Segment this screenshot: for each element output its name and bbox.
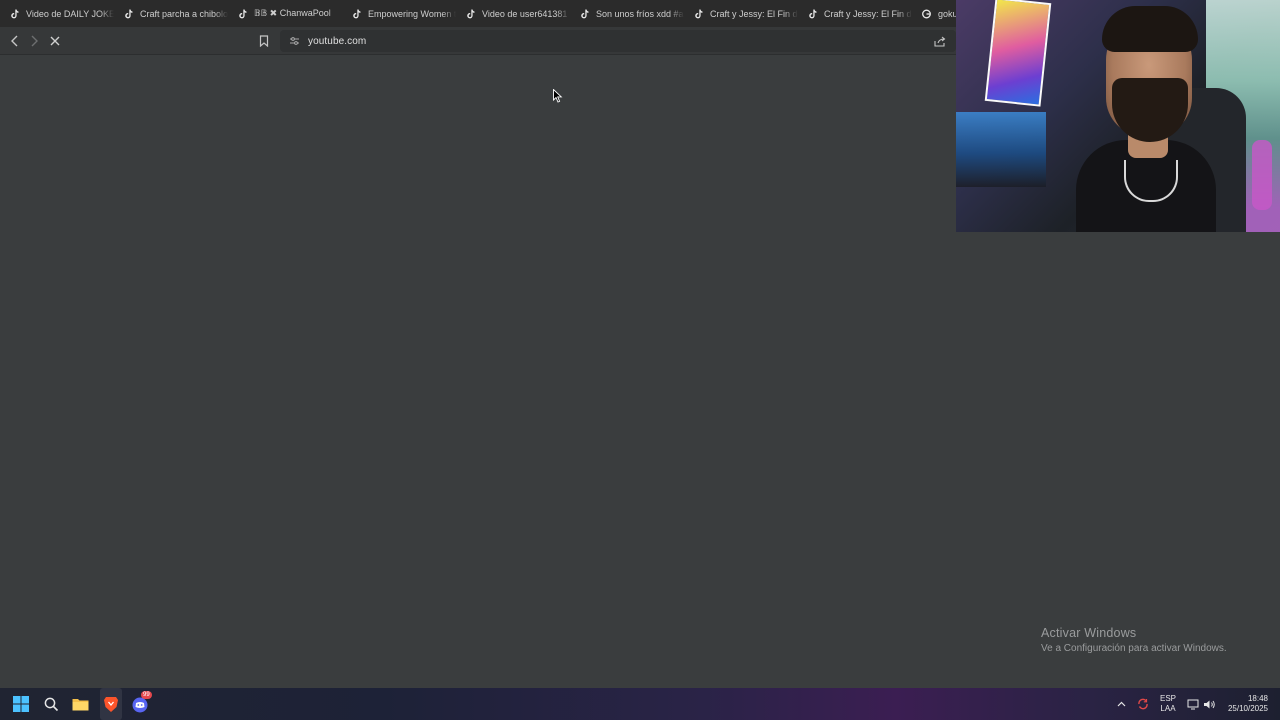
browser-tab[interactable]: Craft parcha a chibolo <box>114 0 228 27</box>
chevron-up-icon <box>1117 701 1125 707</box>
network-button[interactable] <box>1185 688 1201 720</box>
search-icon <box>44 697 58 711</box>
bookmark-icon <box>259 35 269 47</box>
start-button[interactable] <box>10 693 32 715</box>
tab-label: 𝔹𝔹 ✖ ChanwaPool <box>254 8 331 18</box>
tiktok-icon <box>352 9 361 19</box>
file-explorer-button[interactable] <box>69 693 91 715</box>
tab-label: goku <box>938 8 958 19</box>
tab-label: Video de DAILY JOKES <box>26 8 114 19</box>
tab-label: Empowering Women t <box>368 8 456 19</box>
site-settings-icon[interactable] <box>284 31 304 51</box>
browser-tab[interactable]: Son unos fríos xdd #ar <box>570 0 684 27</box>
tiktok-icon <box>808 9 817 19</box>
input-language-button[interactable]: ESP LAA <box>1155 688 1181 720</box>
sync-icon <box>1138 698 1148 710</box>
tab-label: Video de user641381 <box>482 8 568 19</box>
address-url: youtube.com <box>308 35 367 47</box>
taskbar: 99 ESP LAA 18:48 25/10/2025 <box>0 688 1280 720</box>
arrow-right-icon <box>31 35 38 47</box>
watermark-subtitle: Ve a Configuración para activar Windows. <box>1041 643 1227 654</box>
share-button[interactable] <box>930 31 950 51</box>
tiktok-icon <box>238 9 247 19</box>
bookmark-button[interactable] <box>254 31 274 51</box>
clock-time: 18:48 <box>1247 694 1268 703</box>
volume-button[interactable] <box>1201 688 1217 720</box>
browser-tab[interactable]: Craft y Jessy: El Fin de <box>684 0 798 27</box>
brave-browser-button[interactable] <box>100 693 122 715</box>
show-hidden-icons-button[interactable] <box>1113 688 1129 720</box>
webcam-shelf <box>956 112 1046 187</box>
webcam-person-hair <box>1102 6 1198 52</box>
speaker-icon <box>1203 700 1215 708</box>
discord-notification-badge: 99 <box>141 691 152 699</box>
webcam-poster <box>984 0 1052 107</box>
browser-tab[interactable]: Empowering Women t <box>342 0 456 27</box>
tiktok-icon <box>580 9 589 19</box>
close-icon <box>50 36 60 46</box>
tab-label: Craft parcha a chibolo <box>140 8 228 19</box>
arrow-left-icon <box>11 35 18 47</box>
tab-label: Son unos fríos xdd #ar <box>596 8 684 19</box>
activate-windows-watermark: Activar Windows Ve a Configuración para … <box>1041 626 1227 654</box>
webcam-overlay <box>956 0 1280 232</box>
discord-button[interactable]: 99 <box>129 691 152 715</box>
tiktok-icon <box>10 9 19 19</box>
tiktok-icon <box>466 9 475 19</box>
keyboard-layout: LAA <box>1160 704 1176 713</box>
tiktok-icon <box>694 9 703 19</box>
tab-label: Craft y Jessy: El Fin de <box>824 8 912 19</box>
folder-icon <box>72 699 88 711</box>
search-button[interactable] <box>40 693 62 715</box>
share-icon <box>934 36 946 47</box>
forward-button[interactable] <box>24 31 44 51</box>
stop-loading-button[interactable] <box>45 31 65 51</box>
address-bar[interactable]: youtube.com <box>280 30 956 52</box>
language-code: ESP <box>1159 694 1176 703</box>
google-icon <box>922 9 931 19</box>
browser-tab[interactable]: Video de user641381 <box>456 0 570 27</box>
back-button[interactable] <box>5 31 25 51</box>
network-icon <box>1187 699 1199 709</box>
clock-button[interactable]: 18:48 25/10/2025 <box>1222 688 1268 720</box>
clock-date: 25/10/2025 <box>1227 704 1268 713</box>
tab-label: Craft y Jessy: El Fin de <box>710 8 798 19</box>
tiktok-icon <box>124 9 133 19</box>
webcam-chair-accent <box>1252 140 1272 210</box>
browser-tab[interactable]: Video de DAILY JOKES <box>0 0 114 27</box>
browser-tab[interactable]: 𝔹𝔹 ✖ ChanwaPool <box>228 0 342 27</box>
browser-tab[interactable]: Craft y Jessy: El Fin de <box>798 0 912 27</box>
tray-sync-button[interactable] <box>1134 688 1152 720</box>
watermark-title: Activar Windows <box>1041 626 1137 640</box>
windows-logo-icon <box>13 696 29 712</box>
brave-lion-icon <box>104 696 118 712</box>
mouse-cursor-icon <box>553 89 563 103</box>
